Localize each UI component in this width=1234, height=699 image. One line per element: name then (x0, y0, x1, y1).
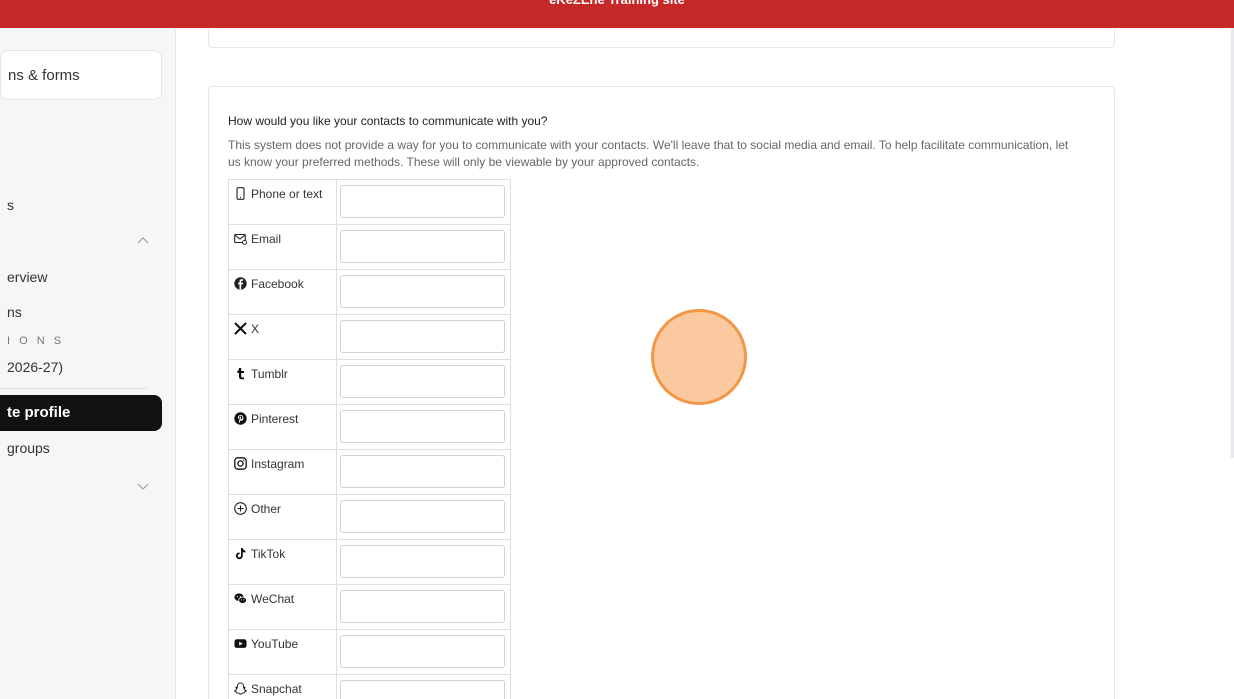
contact-row-x: X (229, 315, 510, 360)
contact-label: X (251, 322, 260, 336)
sidebar-card-label: ns & forms (8, 67, 80, 84)
x-input[interactable] (340, 320, 505, 353)
contact-label: WeChat (251, 592, 295, 606)
contact-label: Snapchat (251, 682, 302, 696)
contact-label: YouTube (251, 637, 299, 651)
youtube-icon (234, 639, 247, 648)
contact-label: Instagram (251, 457, 305, 471)
contact-label: Facebook (251, 277, 304, 291)
snapchat-icon (234, 682, 247, 695)
sidebar-item-groups[interactable]: groups (7, 440, 50, 456)
sidebar-item-overview[interactable]: erview (7, 269, 47, 285)
sidebar-item-s[interactable]: s (7, 197, 14, 213)
phone-input[interactable] (340, 185, 505, 218)
facebook-input[interactable] (340, 275, 505, 308)
chevron-down-icon[interactable] (137, 480, 149, 494)
contact-row-tumblr: Tumblr (229, 360, 510, 405)
sidebar-card-forms[interactable]: ns & forms (0, 50, 162, 100)
snapchat-input[interactable] (340, 680, 505, 699)
contact-label: Phone or text (251, 187, 323, 201)
top-banner: eKeZEne Training site (0, 0, 1234, 28)
sidebar-item-label: te profile (7, 404, 71, 421)
site-title: eKeZEne Training site (0, 0, 1234, 9)
contact-description: This system does not provide a way for y… (228, 138, 1069, 169)
tiktok-input[interactable] (340, 545, 505, 578)
chevron-up-icon[interactable] (137, 233, 149, 247)
sidebar-section-heading: I O N S (7, 335, 65, 347)
contact-row-snapchat: Snapchat (229, 675, 510, 699)
tumblr-input[interactable] (340, 365, 505, 398)
contact-methods-card: How would you like your contacts to comm… (208, 86, 1115, 699)
contact-methods-table: Phone or text Email Facebook X Tumblr Pi… (228, 179, 511, 699)
contact-label: Email (251, 232, 282, 246)
contact-label: Pinterest (251, 412, 299, 426)
contact-question: How would you like your contacts to comm… (228, 114, 548, 128)
contact-row-tiktok: TikTok (229, 540, 510, 585)
sidebar-item-year[interactable]: 2026-27) (7, 359, 63, 375)
contact-row-instagram: Instagram (229, 450, 510, 495)
wechat-icon (234, 593, 247, 604)
sidebar-item-ns[interactable]: ns (7, 304, 22, 320)
contact-row-phone: Phone or text (229, 180, 510, 225)
contact-row-facebook: Facebook (229, 270, 510, 315)
contact-row-email: Email (229, 225, 510, 270)
tumblr-icon (237, 368, 244, 380)
other-input[interactable] (340, 500, 505, 533)
click-indicator (651, 309, 747, 405)
contact-row-other: Other (229, 495, 510, 540)
sidebar-divider (0, 388, 147, 389)
sidebar: ns & forms s erview ns I O N S 2026-27) … (0, 28, 176, 699)
pinterest-icon (234, 412, 247, 425)
sidebar-item-profile-active[interactable]: te profile (0, 395, 162, 431)
contact-label: Tumblr (251, 367, 288, 381)
email-input[interactable] (340, 230, 505, 263)
tiktok-icon (235, 548, 246, 560)
phone-icon (236, 187, 245, 200)
youtube-input[interactable] (340, 635, 505, 668)
facebook-icon (234, 277, 247, 290)
contact-label: Other (251, 502, 282, 516)
contact-row-wechat: WeChat (229, 585, 510, 630)
page: eKeZEne Training site ns & forms s ervie… (0, 0, 1234, 699)
wechat-input[interactable] (340, 590, 505, 623)
x-icon (234, 322, 247, 335)
contact-row-pinterest: Pinterest (229, 405, 510, 450)
instagram-input[interactable] (340, 455, 505, 488)
contact-row-youtube: YouTube (229, 630, 510, 675)
pinterest-input[interactable] (340, 410, 505, 443)
instagram-icon (234, 457, 247, 470)
previous-card (208, 28, 1115, 48)
plus-circle-icon (234, 502, 247, 515)
email-icon (234, 233, 247, 245)
contact-label: TikTok (251, 547, 286, 561)
